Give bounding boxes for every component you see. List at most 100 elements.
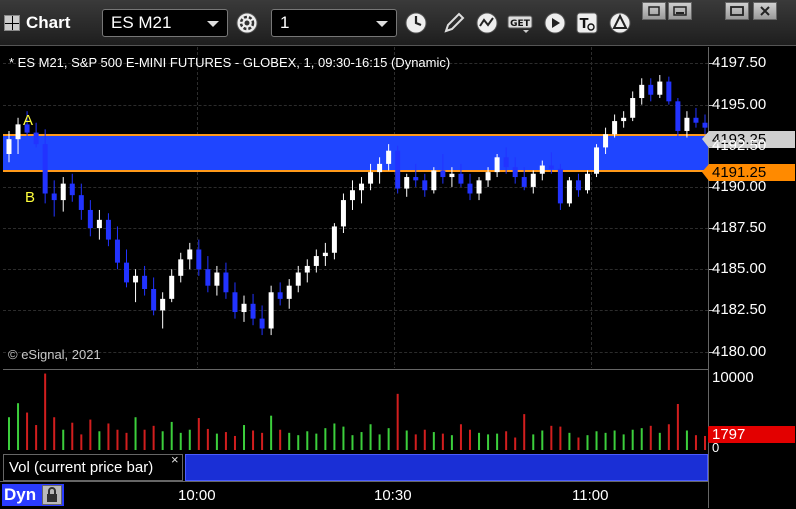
price-tick-label: 4192.50 [712, 136, 767, 154]
candle-body [286, 285, 292, 299]
price-chart[interactable]: * ES M21, S&P 500 E-MINI FUTURES - GLOBE… [3, 47, 708, 368]
candle-body [539, 165, 545, 174]
volume-tick-label: 0 [712, 440, 720, 455]
alert-button[interactable] [606, 9, 634, 37]
candle-body [675, 101, 681, 131]
volume-plot [8, 373, 706, 450]
volume-bar [342, 426, 345, 450]
candle-body [521, 177, 527, 187]
volume-bar [143, 429, 146, 450]
candle-body [612, 121, 618, 135]
volume-bar [532, 434, 535, 450]
candle-body [151, 288, 157, 311]
volume-bar [360, 432, 363, 450]
volume-bar [44, 373, 47, 450]
chart-grid-icon [4, 15, 20, 31]
candle-body [250, 303, 256, 319]
lock-icon[interactable] [42, 485, 62, 505]
minimize-button[interactable] [668, 2, 692, 20]
settings-gear-button[interactable] [233, 9, 261, 37]
toolbar: Chart ES M21 1 GET T [0, 0, 796, 46]
candle-body [584, 173, 590, 191]
close-study-icon[interactable]: × [171, 452, 179, 467]
volume-bar [315, 433, 318, 450]
candle-body [340, 200, 346, 227]
volume-bar [550, 425, 553, 450]
price-tick-label: 4190.00 [712, 177, 767, 195]
volume-bar [685, 430, 688, 450]
candle-body [15, 124, 21, 140]
volume-bar [378, 434, 381, 450]
candle-body [503, 157, 509, 168]
volume-bar [297, 435, 300, 450]
candle-body [630, 98, 636, 118]
price-tick-label: 4182.50 [712, 301, 767, 319]
volume-current-label: 1797 [702, 426, 795, 443]
volume-bar [694, 435, 697, 450]
volume-bar [631, 429, 634, 450]
volume-bar [704, 435, 706, 450]
volume-bar [487, 434, 490, 450]
candle-body [322, 252, 328, 257]
volume-bar [324, 428, 327, 450]
volume-bar [288, 432, 291, 450]
volume-bar [432, 432, 435, 450]
volume-bar [206, 428, 209, 450]
price-tick-label: 4197.50 [712, 54, 767, 72]
studies-button[interactable] [474, 9, 502, 37]
svg-text:T: T [580, 17, 589, 32]
volume-bar [170, 421, 173, 450]
candle-body [142, 275, 148, 289]
interval-combo[interactable]: 1 [271, 9, 397, 37]
volume-pane[interactable] [3, 369, 708, 455]
clock-button[interactable] [402, 9, 430, 37]
price-tick-label: 4185.00 [712, 260, 767, 278]
volume-bar [387, 428, 390, 450]
settings-gear-icon [236, 12, 258, 34]
candle-body [693, 117, 699, 123]
volume-bar [577, 437, 580, 450]
volume-tick-label: 10000 [712, 369, 754, 386]
volume-bar [450, 435, 453, 450]
candlestick-plot [6, 74, 708, 336]
candle-body [178, 259, 184, 276]
candle-body [96, 219, 102, 229]
time-axis[interactable]: Dyn 10:00 10:30 11:00 [0, 481, 708, 508]
price-tick-label: 4180.00 [712, 342, 767, 360]
candle-body [422, 180, 428, 191]
volume-bar [541, 430, 544, 450]
candle-body [639, 84, 645, 99]
time-tick-label: 10:30 [374, 487, 412, 504]
chevron-down-icon [376, 21, 388, 27]
candle-body [69, 183, 75, 196]
studies-icon [476, 12, 498, 34]
volume-bar [658, 432, 661, 450]
get-button[interactable]: GET [506, 9, 534, 37]
symbol-combo[interactable]: ES M21 [102, 9, 228, 37]
alert-icon [609, 12, 631, 34]
volume-bar [62, 429, 65, 450]
restore-button[interactable] [642, 2, 666, 20]
volume-bar [270, 415, 273, 450]
price-axis[interactable]: 4193.25 4191.25 1797 4197.50 4195.00 4192.… [702, 47, 796, 508]
play-button[interactable] [541, 9, 569, 37]
text-tool-button[interactable]: T [573, 9, 601, 37]
volume-bar [179, 432, 182, 450]
volume-bar [98, 431, 101, 450]
maximize-button[interactable] [725, 2, 749, 20]
candle-body [386, 150, 392, 164]
candle-body [87, 209, 93, 229]
volume-bar [71, 422, 74, 450]
volume-bar [333, 423, 336, 450]
close-button[interactable] [753, 2, 777, 20]
volume-bar [35, 425, 38, 450]
volume-bar [514, 437, 517, 450]
volume-bar [586, 435, 589, 450]
volume-bar [261, 432, 264, 450]
volume-bar [306, 431, 309, 450]
candle-body [241, 303, 247, 313]
volume-bar [107, 423, 110, 450]
pencil-button[interactable] [440, 9, 468, 37]
volume-bar [152, 425, 155, 450]
close-icon [760, 6, 770, 16]
